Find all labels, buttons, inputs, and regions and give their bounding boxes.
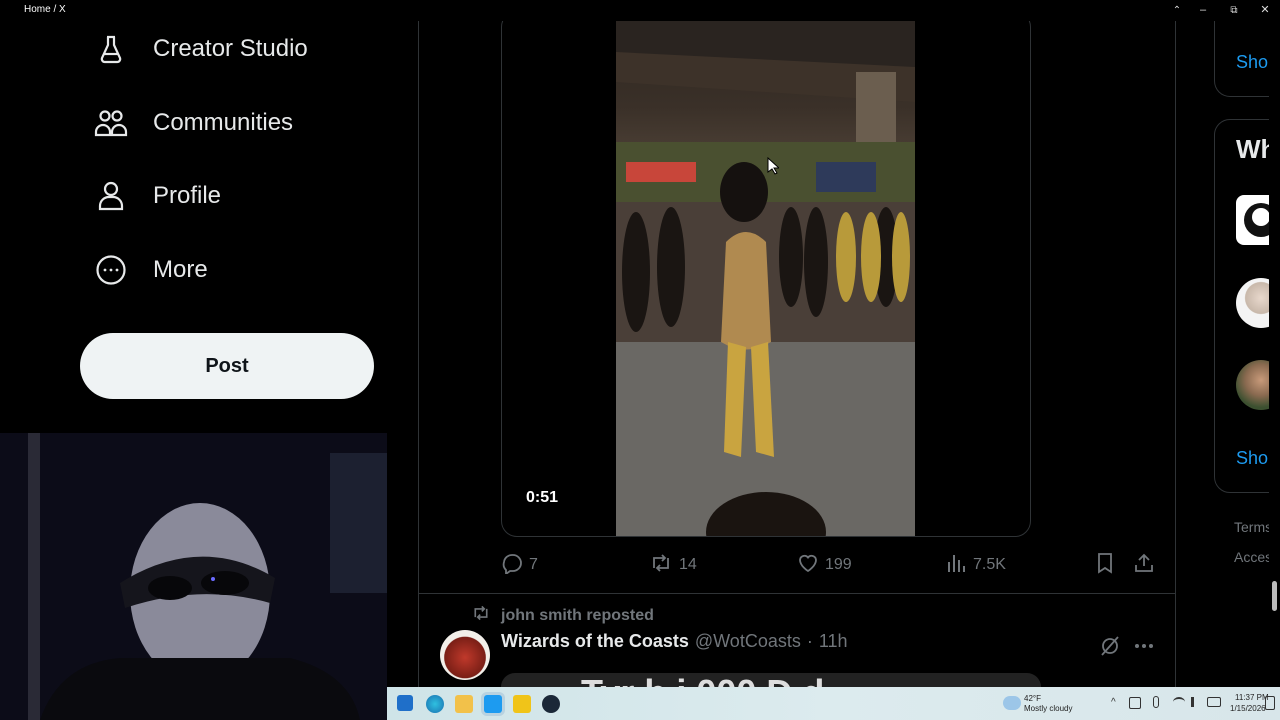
edge-icon[interactable] xyxy=(426,695,444,713)
nav-label: Creator Studio xyxy=(153,35,308,62)
weather-temp: 42°F xyxy=(1024,694,1041,703)
repost-icon xyxy=(649,552,673,579)
battery-icon[interactable] xyxy=(1207,697,1221,707)
avatar[interactable] xyxy=(440,630,490,680)
nav-label: More xyxy=(153,256,208,283)
people-icon xyxy=(94,106,128,140)
post-media-preview[interactable]: Tyr h i 000 D d xyxy=(501,673,1041,687)
post-divider xyxy=(419,593,1175,594)
nav-item-communities[interactable]: Communities xyxy=(94,103,293,143)
window-title-bar: Home / X ⌃ – ⧉ ✕ xyxy=(0,0,1280,21)
views-button[interactable]: 7.5K xyxy=(945,553,1006,577)
like-button[interactable]: 199 xyxy=(797,553,852,577)
media-text: Tyr h i 000 D d xyxy=(581,673,824,687)
microphone-icon[interactable] xyxy=(1153,696,1159,708)
bar-chart-icon xyxy=(945,552,967,579)
calculator-icon[interactable] xyxy=(397,695,413,711)
reply-button[interactable]: 7 xyxy=(501,553,538,577)
footer-link-terms[interactable]: Terms xyxy=(1234,519,1272,535)
minimize-button[interactable]: – xyxy=(1188,2,1218,19)
weather-icon[interactable] xyxy=(1003,696,1021,710)
post-button[interactable]: Post xyxy=(80,333,374,399)
close-button[interactable]: ✕ xyxy=(1250,2,1280,19)
nav-item-creator-studio[interactable]: Creator Studio xyxy=(94,29,308,69)
author-name[interactable]: Wizards of the Coasts xyxy=(501,631,689,652)
post-time[interactable]: 11h xyxy=(819,631,848,652)
window-title: Home / X xyxy=(24,4,66,15)
chevron-up-icon[interactable]: ^ xyxy=(1111,697,1116,708)
nav-item-more[interactable]: More xyxy=(94,250,208,290)
page-scrollbar[interactable] xyxy=(1269,21,1280,687)
weather-text: Mostly cloudy xyxy=(1024,704,1073,713)
reply-icon xyxy=(501,552,523,579)
author-handle[interactable]: @WotCoasts xyxy=(695,631,801,652)
views-count: 7.5K xyxy=(973,556,1006,573)
person-icon xyxy=(94,179,128,213)
nav-item-profile[interactable]: Profile xyxy=(94,176,221,216)
speaker-icon[interactable] xyxy=(1191,697,1201,707)
puzzle-app-icon[interactable] xyxy=(513,695,531,713)
video-frame[interactable] xyxy=(616,21,915,536)
nav-label: Communities xyxy=(153,109,294,136)
repost-button[interactable]: 14 xyxy=(649,553,697,577)
timeline-feed[interactable]: 0:51 7 14 199 7.5K john smith reposted W… xyxy=(418,21,1176,687)
bookmark-button[interactable] xyxy=(1095,552,1115,579)
repost-indicator[interactable]: john smith reposted xyxy=(471,604,654,627)
twitter-app-icon[interactable] xyxy=(484,695,502,713)
clock-date[interactable]: 1/15/2026 xyxy=(1230,704,1266,713)
repost-icon xyxy=(471,604,491,627)
wifi-icon[interactable] xyxy=(1173,697,1185,707)
video-duration: 0:51 xyxy=(526,489,559,506)
more-circle-icon xyxy=(94,253,128,287)
scrollbar-thumb[interactable] xyxy=(1272,581,1277,611)
steam-icon[interactable] xyxy=(542,695,560,713)
share-button[interactable] xyxy=(1133,553,1155,577)
separator: · xyxy=(806,631,813,651)
heart-icon xyxy=(797,552,819,579)
video-player[interactable]: 0:51 xyxy=(501,21,1031,537)
like-count: 199 xyxy=(825,556,852,573)
clock-time[interactable]: 11:37 PM xyxy=(1235,693,1269,702)
share-icon xyxy=(1133,552,1155,579)
flask-icon xyxy=(94,32,128,66)
taskbar: 42°F Mostly cloudy ^ 11:37 PM 1/15/2026 xyxy=(387,687,1280,720)
mouse-cursor-icon xyxy=(767,156,781,180)
display-icon[interactable] xyxy=(1129,697,1141,709)
footer-link-accessibility[interactable]: Acces xyxy=(1234,549,1272,565)
more-options-icon[interactable] xyxy=(1133,635,1155,662)
nav-label: Profile xyxy=(153,182,222,209)
folder-icon[interactable] xyxy=(455,695,473,713)
tweet-header: Wizards of the Coasts @WotCoasts · 11h xyxy=(501,631,848,652)
repost-count: 14 xyxy=(679,556,697,573)
bookmark-icon xyxy=(1095,552,1115,579)
repost-text: john smith reposted xyxy=(501,606,654,624)
show-more-link[interactable]: Sho xyxy=(1236,448,1268,469)
grok-icon[interactable] xyxy=(1099,635,1121,662)
reply-count: 7 xyxy=(529,556,538,573)
maximize-button[interactable]: ⧉ xyxy=(1219,2,1249,19)
show-more-link[interactable]: Sho xyxy=(1236,52,1268,73)
notifications-icon[interactable] xyxy=(1265,696,1275,710)
webcam-overlay xyxy=(0,433,387,720)
